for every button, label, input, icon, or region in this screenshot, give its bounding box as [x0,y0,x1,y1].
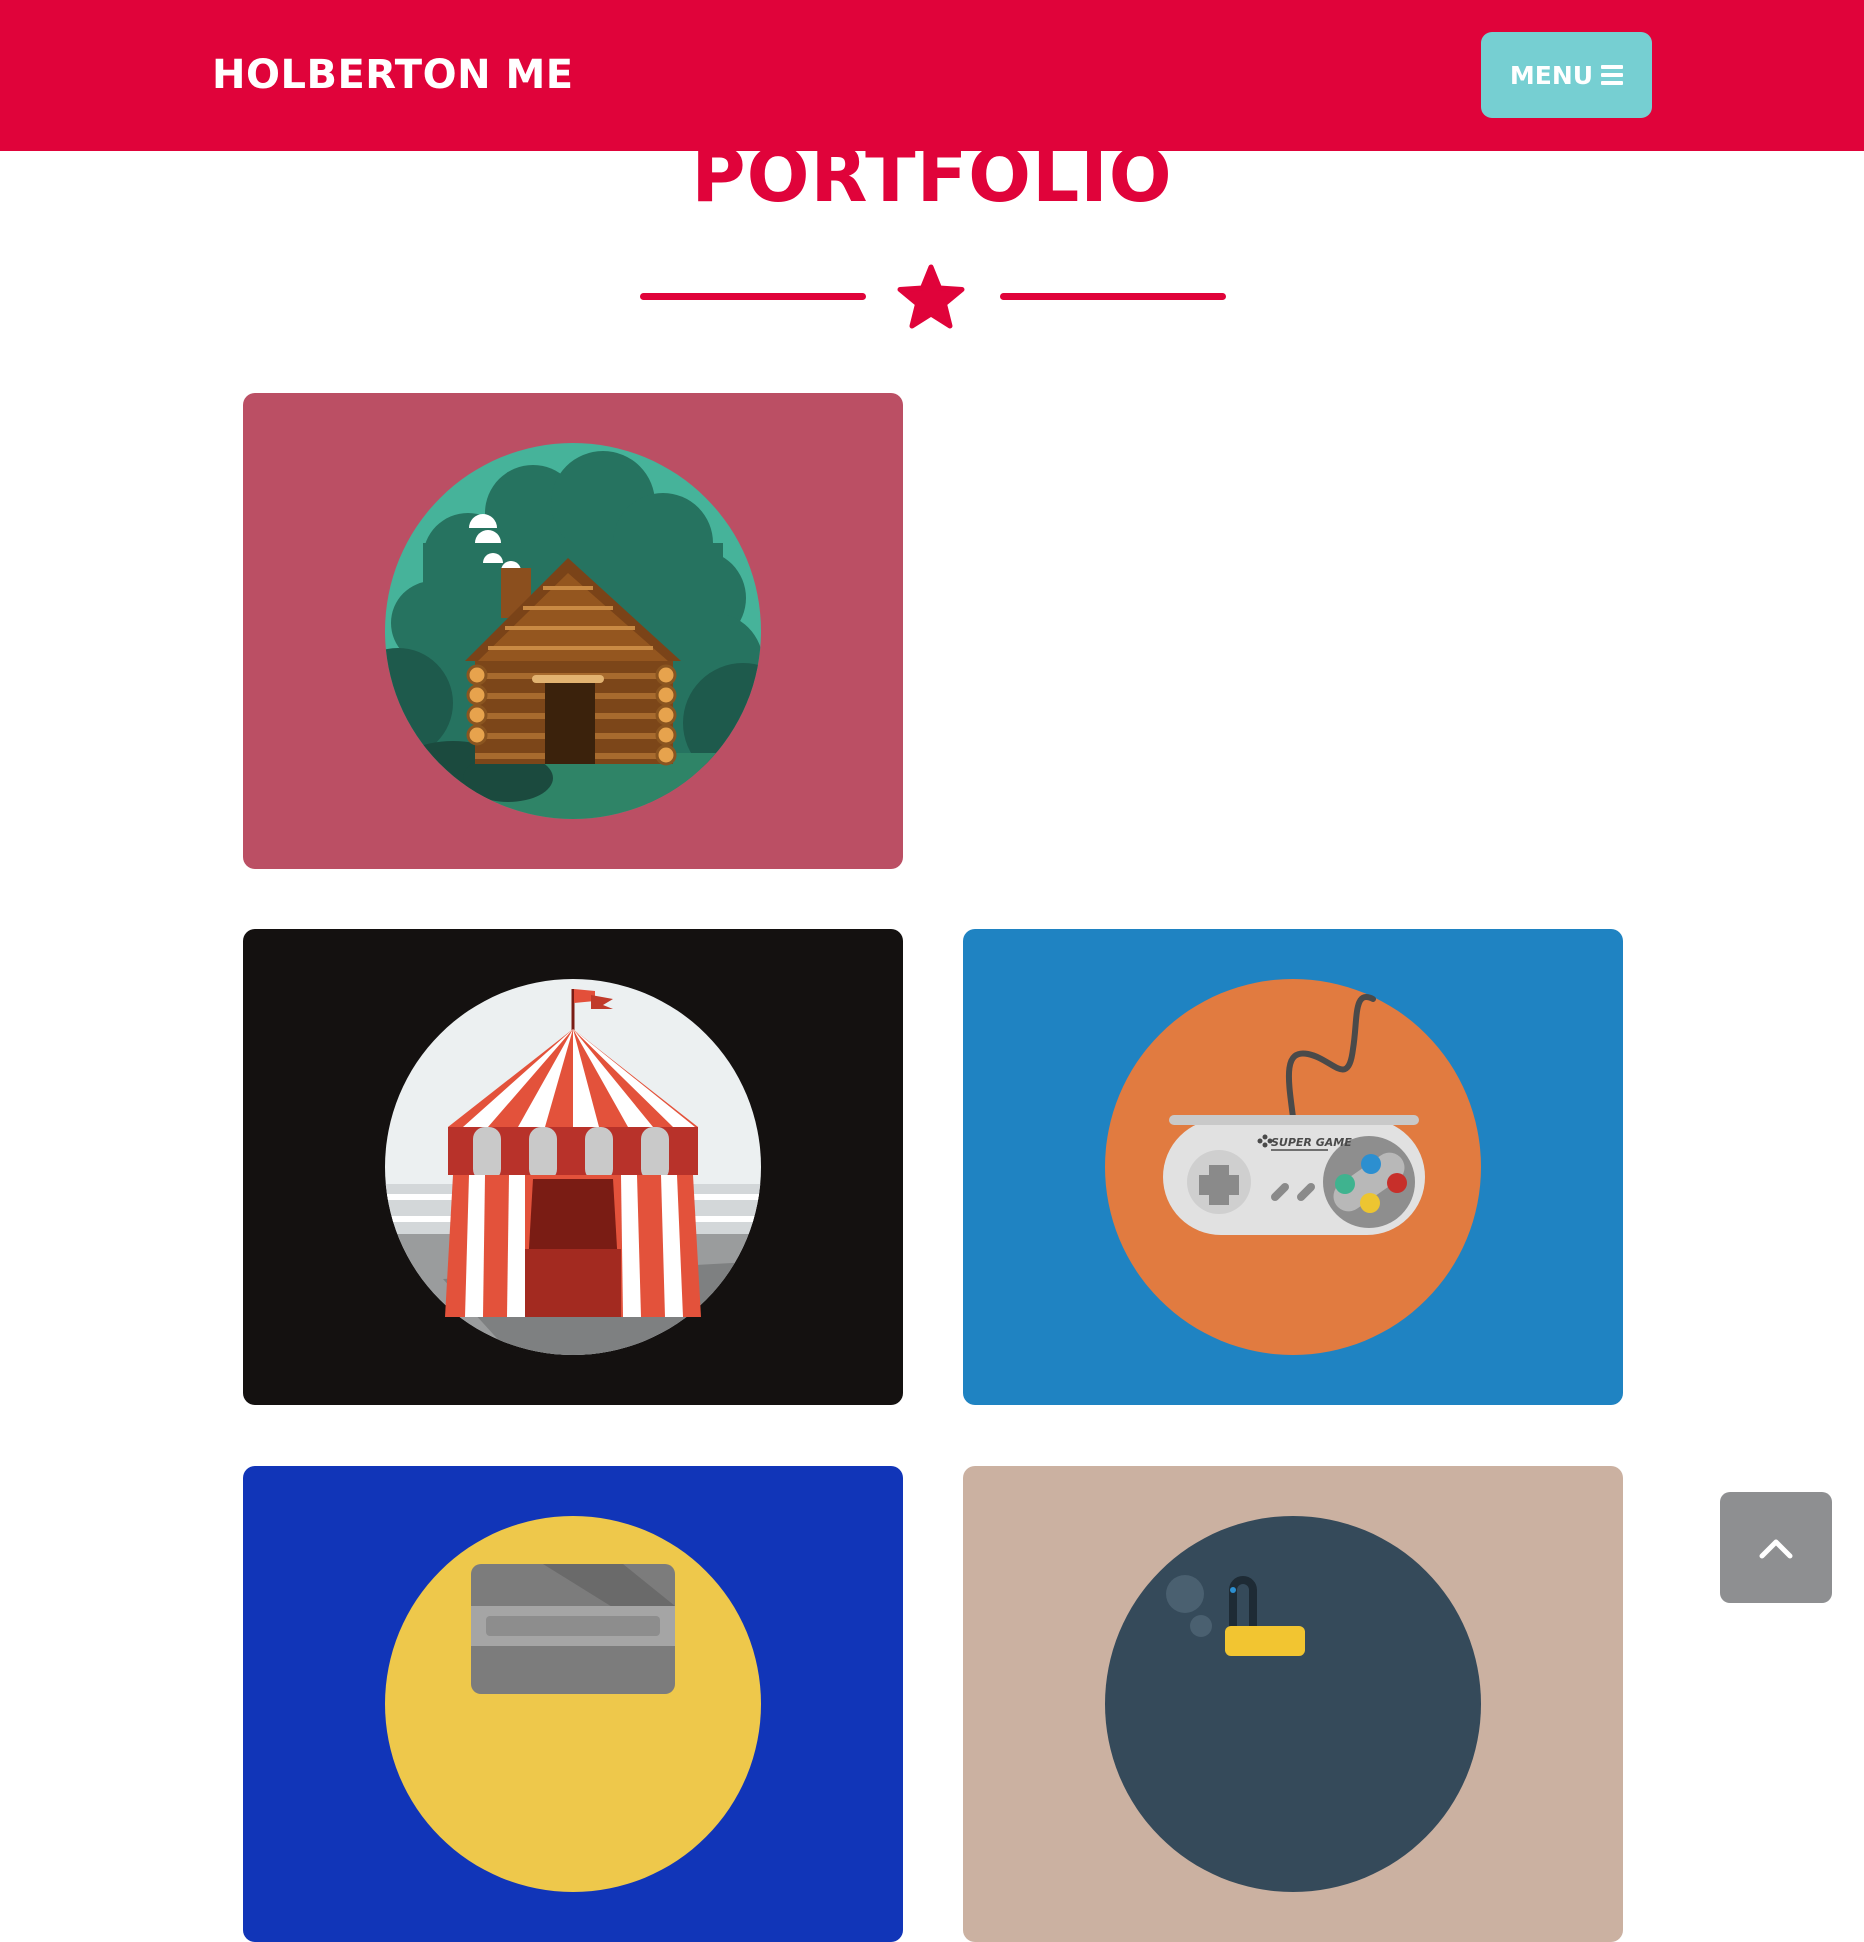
portfolio-item-log-cabin[interactable] [243,393,903,869]
chevron-up-icon [1759,1539,1793,1558]
divider-line-left [640,293,866,300]
log-cabin-illustration [243,393,903,869]
menu-label: MENU [1509,60,1594,90]
portfolio-item-game-controller[interactable]: SUPER GAME [963,929,1623,1405]
bars-icon [1601,65,1624,85]
star-icon [897,264,965,329]
divider-line-right [1000,293,1226,300]
portfolio-item-submarine[interactable] [963,1466,1623,1942]
card-circle [1105,1516,1481,1892]
navbar: HOLBERTON ME MENU [0,0,1864,151]
menu-button[interactable]: MENU [1481,32,1652,118]
brand-link[interactable]: HOLBERTON ME [212,47,574,103]
submarine-illustration [963,1466,1623,1942]
circus-tent-illustration [243,929,903,1405]
portfolio-item-circus-tent[interactable] [243,929,903,1405]
safe-illustration [243,1466,903,1942]
title-divider [638,255,1226,335]
scroll-to-top-button[interactable] [1720,1492,1832,1603]
game-controller-illustration: SUPER GAME [963,929,1623,1405]
portfolio-item-safe[interactable] [243,1466,903,1942]
controller-label: SUPER GAME [1271,1136,1352,1149]
